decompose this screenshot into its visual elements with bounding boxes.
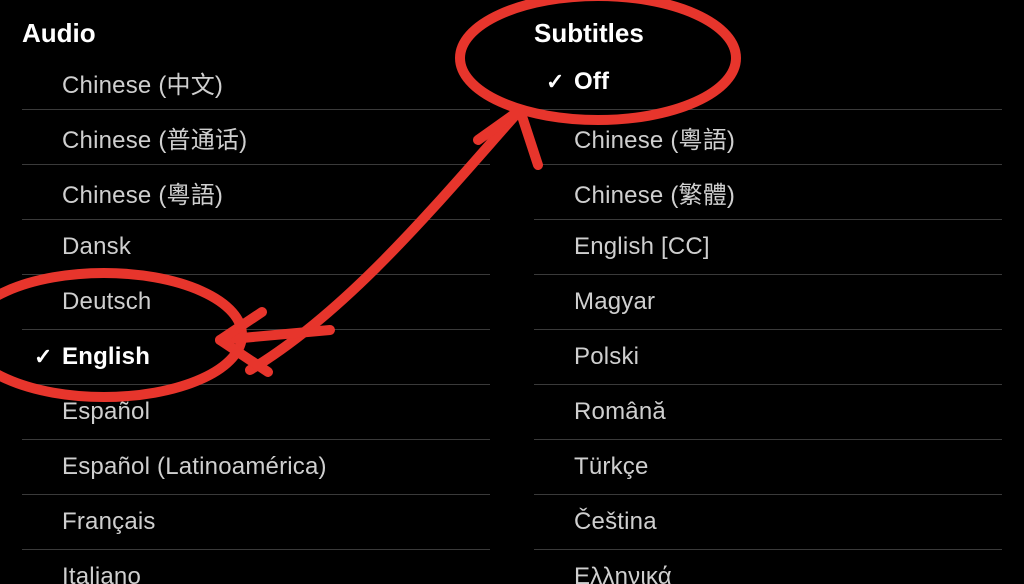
subtitles-option-label: Română: [574, 398, 666, 426]
subtitles-option[interactable]: ✓Türkçe: [534, 440, 1002, 495]
audio-option[interactable]: ✓Chinese (普通话): [22, 110, 490, 165]
audio-option[interactable]: ✓Chinese (粵語): [22, 165, 490, 220]
subtitles-option[interactable]: ✓Chinese (粵語): [534, 110, 1002, 165]
check-icon: ✓: [34, 344, 62, 370]
audio-option-label: Español (Latinoamérica): [62, 453, 327, 481]
audio-option[interactable]: ✓Français: [22, 495, 490, 550]
subtitles-option[interactable]: ✓Chinese (繁體): [534, 165, 1002, 220]
check-icon: ✓: [546, 69, 574, 95]
subtitles-option-label: Polski: [574, 343, 639, 371]
subtitles-option[interactable]: ✓Magyar: [534, 275, 1002, 330]
audio-option-label: Chinese (粵語): [62, 175, 223, 210]
subtitles-option-label: English [CC]: [574, 233, 710, 261]
subtitles-option-label: Magyar: [574, 288, 655, 316]
audio-option[interactable]: ✓Deutsch: [22, 275, 490, 330]
subtitles-list: ✓Off✓Chinese (粵語)✓Chinese (繁體)✓English […: [534, 55, 1002, 584]
subtitles-option-label: Türkçe: [574, 453, 649, 481]
audio-option[interactable]: ✓Chinese (中文): [22, 55, 490, 110]
audio-option-label: Español: [62, 398, 150, 426]
audio-option[interactable]: ✓Dansk: [22, 220, 490, 275]
subtitles-option-label: Čeština: [574, 508, 657, 536]
audio-option-label: Chinese (中文): [62, 65, 223, 100]
audio-option-label: Français: [62, 508, 156, 536]
subtitles-option[interactable]: ✓English [CC]: [534, 220, 1002, 275]
subtitles-option[interactable]: ✓Čeština: [534, 495, 1002, 550]
audio-option-label: English: [62, 343, 150, 371]
audio-list: ✓Chinese (中文)✓Chinese (普通话)✓Chinese (粵語)…: [22, 55, 490, 584]
audio-heading: Audio: [22, 18, 490, 49]
audio-option-label: Italiano: [62, 563, 141, 584]
audio-column: Audio ✓Chinese (中文)✓Chinese (普通话)✓Chines…: [0, 0, 512, 584]
audio-option[interactable]: ✓Español (Latinoamérica): [22, 440, 490, 495]
audio-option[interactable]: ✓English: [22, 330, 490, 385]
audio-option-label: Chinese (普通话): [62, 120, 247, 155]
subtitles-option[interactable]: ✓Polski: [534, 330, 1002, 385]
audio-option-label: Deutsch: [62, 288, 151, 316]
subtitles-option[interactable]: ✓Română: [534, 385, 1002, 440]
subtitles-option-label: Chinese (粵語): [574, 120, 735, 155]
audio-option[interactable]: ✓Italiano: [22, 550, 490, 584]
subtitles-heading: Subtitles: [534, 18, 1002, 49]
subtitles-option[interactable]: ✓Ελληνικά: [534, 550, 1002, 584]
subtitles-column: Subtitles ✓Off✓Chinese (粵語)✓Chinese (繁體)…: [512, 0, 1024, 584]
audio-option-label: Dansk: [62, 233, 131, 261]
subtitles-option-label: Off: [574, 68, 609, 96]
subtitles-option[interactable]: ✓Off: [534, 55, 1002, 110]
subtitles-option-label: Chinese (繁體): [574, 175, 735, 210]
audio-option[interactable]: ✓Español: [22, 385, 490, 440]
subtitles-option-label: Ελληνικά: [574, 563, 672, 584]
